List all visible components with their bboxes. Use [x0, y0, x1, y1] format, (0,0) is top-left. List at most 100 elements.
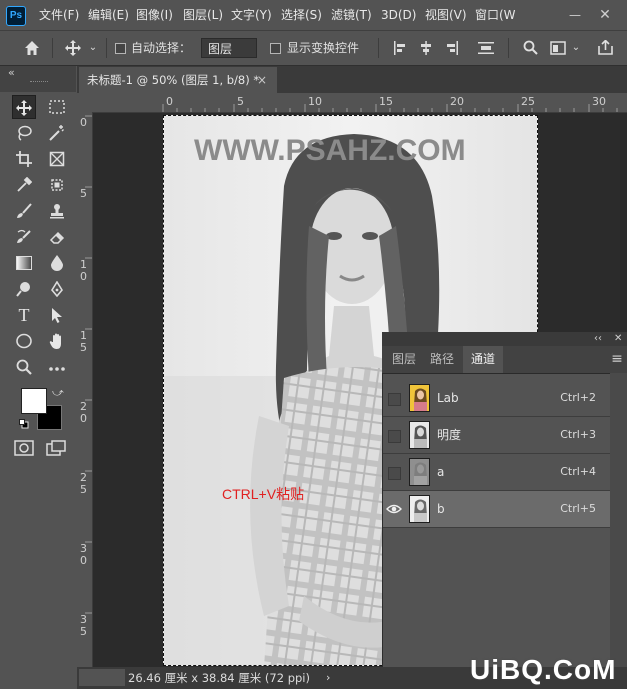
channel-shortcut: Ctrl+2: [560, 391, 596, 404]
ruler-vertical: 0 5 10 15 20 25 30 35: [77, 112, 93, 667]
menu-type[interactable]: 文字(Y): [231, 0, 272, 30]
canvas-watermark: WWW.PSAHZ.COM: [194, 134, 466, 167]
menu-3d[interactable]: 3D(D): [381, 0, 416, 30]
history-brush-tool-icon[interactable]: [12, 225, 36, 249]
foreground-color-swatch[interactable]: [21, 388, 47, 414]
align-right-icon[interactable]: [442, 31, 462, 67]
channel-name: Lab: [437, 391, 459, 405]
minimize-button[interactable]: —: [565, 5, 585, 25]
ruler-tick-label: 30: [592, 95, 606, 108]
hand-tool-icon[interactable]: [45, 329, 69, 353]
channel-shortcut: Ctrl+3: [560, 428, 596, 441]
move-tool[interactable]: [12, 95, 36, 119]
swap-colors-icon[interactable]: ⤻: [52, 386, 64, 400]
show-transform-checkbox[interactable]: [270, 43, 281, 54]
tab-layers[interactable]: 图层: [386, 346, 422, 373]
eyedropper-tool-icon[interactable]: [12, 173, 36, 197]
menu-edit[interactable]: 编辑(E): [88, 0, 129, 30]
visibility-toggle[interactable]: [388, 467, 401, 480]
channel-row-a[interactable]: a Ctrl+4: [383, 454, 610, 491]
site-watermark: UiBQ.CoM: [470, 654, 617, 685]
type-tool-icon[interactable]: T: [12, 303, 36, 327]
channel-row-b[interactable]: b Ctrl+5: [383, 491, 610, 528]
channel-name: b: [437, 502, 445, 516]
panel-menu-icon[interactable]: ≡: [609, 346, 625, 373]
zoom-field[interactable]: [79, 669, 125, 686]
eye-icon[interactable]: [386, 502, 402, 516]
panel-grip[interactable]: [30, 81, 48, 84]
tab-paths[interactable]: 路径: [424, 346, 460, 373]
channel-shortcut: Ctrl+4: [560, 465, 596, 478]
menu-layer[interactable]: 图层(L): [183, 0, 223, 30]
align-center-icon[interactable]: [416, 31, 436, 67]
brush-tool-icon[interactable]: [12, 199, 36, 223]
dodge-tool-icon[interactable]: [12, 277, 36, 301]
move-tool-icon[interactable]: [62, 31, 84, 68]
lasso-tool-icon[interactable]: [12, 121, 36, 145]
channel-row-lab[interactable]: Lab Ctrl+2: [383, 380, 610, 417]
menu-view[interactable]: 视图(V): [425, 0, 467, 30]
options-bar: ⌄ 自动选择： 图层 显示变换控件 ⌄: [0, 31, 627, 66]
channel-shortcut: Ctrl+5: [560, 502, 596, 515]
blur-tool-icon[interactable]: [45, 251, 69, 275]
close-tab-icon[interactable]: ×: [257, 67, 273, 93]
document-size-text: 26.46 厘米 x 38.84 厘米 (72 ppi): [128, 671, 310, 685]
menu-image[interactable]: 图像(I): [136, 0, 173, 30]
ellipse-tool-icon[interactable]: [12, 329, 36, 353]
crop-tool-icon[interactable]: [12, 147, 36, 171]
channel-row-lightness[interactable]: 明度 Ctrl+3: [383, 417, 610, 454]
channel-thumbnail: [409, 495, 430, 523]
visibility-toggle[interactable]: [388, 393, 401, 406]
pen-tool-icon[interactable]: [45, 277, 69, 301]
close-panel-icon[interactable]: ✕: [614, 332, 622, 346]
chevron-down-icon[interactable]: ⌄: [86, 31, 100, 65]
home-icon[interactable]: [20, 31, 44, 68]
gradient-tool-icon[interactable]: [12, 251, 36, 275]
menu-select[interactable]: 选择(S): [281, 0, 322, 30]
ruler-tick-label: 15: [80, 329, 87, 354]
menu-filter[interactable]: 滤镜(T): [331, 0, 372, 30]
chevron-down-icon[interactable]: ⌄: [570, 31, 582, 65]
default-colors-icon[interactable]: [19, 418, 29, 429]
channel-thumbnail: [409, 458, 430, 486]
ruler-tick-label: 10: [308, 95, 322, 108]
ruler-tick-label: 0: [166, 95, 173, 108]
ruler-tick-label: 20: [80, 400, 87, 425]
marquee-tool-icon[interactable]: [45, 95, 69, 119]
ruler-tick-label: 5: [80, 187, 87, 200]
ruler-tick-label: 20: [450, 95, 464, 108]
path-selection-tool-icon[interactable]: [45, 303, 69, 327]
panel-scrollbar[interactable]: [610, 373, 627, 667]
collapse-panel-icon[interactable]: ‹‹: [594, 332, 602, 346]
workspace-icon[interactable]: [548, 31, 568, 67]
collapse-icon[interactable]: «: [8, 66, 15, 80]
quick-mask-icon[interactable]: [14, 440, 34, 458]
paste-annotation: CTRL+V粘贴: [222, 486, 305, 502]
menu-file[interactable]: 文件(F): [39, 0, 79, 30]
visibility-toggle[interactable]: [388, 430, 401, 443]
magic-wand-tool-icon[interactable]: [45, 121, 69, 145]
tab-channels[interactable]: 通道: [463, 346, 503, 373]
more-tools-icon[interactable]: [45, 355, 69, 379]
healing-tool-icon[interactable]: [45, 173, 69, 197]
menu-window[interactable]: 窗口(W: [475, 0, 516, 30]
channel-name: 明度: [437, 428, 462, 442]
auto-select-dropdown[interactable]: 图层: [201, 38, 257, 58]
zoom-tool-icon[interactable]: [12, 355, 36, 379]
channel-name: a: [437, 465, 445, 479]
search-icon[interactable]: [520, 31, 540, 67]
screen-mode-icon[interactable]: [46, 440, 66, 458]
panel-title-bar: ‹‹ ✕: [382, 332, 627, 346]
align-left-icon[interactable]: [390, 31, 410, 67]
eraser-tool-icon[interactable]: [45, 225, 69, 249]
ruler-tick-label: 10: [80, 258, 87, 283]
auto-select-checkbox[interactable]: [115, 43, 126, 54]
status-menu-arrow[interactable]: ›: [326, 667, 330, 689]
photoshop-logo: Ps: [6, 6, 26, 26]
frame-tool-icon[interactable]: [45, 147, 69, 171]
distribute-icon[interactable]: [475, 31, 497, 67]
share-icon[interactable]: [595, 31, 615, 67]
close-window-button[interactable]: ✕: [595, 5, 615, 25]
clone-stamp-tool-icon[interactable]: [45, 199, 69, 223]
document-tab[interactable]: 未标题-1 @ 50% (图层 1, b/8) *: [79, 67, 277, 93]
